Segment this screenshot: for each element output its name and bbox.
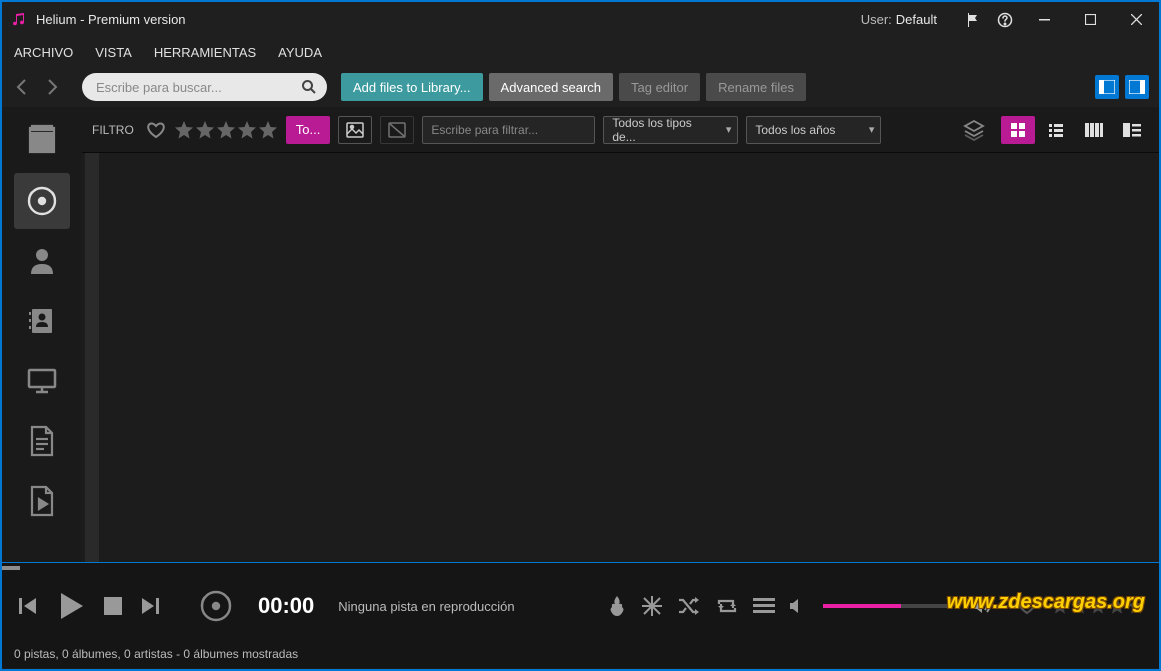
star-icon[interactable] [174,120,194,140]
sidebar-artist-icon[interactable] [14,233,70,289]
now-playing-disc-icon [196,586,236,626]
type-dropdown[interactable]: Todos los tipos de... [603,116,738,144]
status-text: 0 pistas, 0 álbumes, 0 artistas - 0 álbu… [14,647,298,661]
menu-help[interactable]: AYUDA [278,45,322,60]
player-bar: 00:00 Ninguna pista en reproducción [2,572,1159,640]
close-button[interactable] [1113,4,1159,36]
stop-button[interactable] [102,595,124,617]
track-status: Ninguna pista en reproducción [338,599,514,614]
content-area: FILTRO To... Todos los tipos de... Todos… [82,107,1159,562]
sidebar-playlist-icon[interactable] [14,473,70,529]
sidebar-contacts-icon[interactable] [14,293,70,349]
prev-button[interactable] [16,594,40,618]
app-icon [10,11,28,29]
rating-filter[interactable] [174,120,278,140]
advanced-search-button[interactable]: Advanced search [489,73,613,101]
snow-icon[interactable] [641,595,663,617]
year-dropdown[interactable]: Todos los años [746,116,881,144]
like-icon[interactable] [1017,596,1037,616]
rename-files-button[interactable]: Rename files [706,73,806,101]
time-display: 00:00 [258,593,314,619]
sidebar [2,107,82,562]
view-list-button[interactable] [1039,116,1073,144]
volume-high-icon[interactable] [973,598,993,614]
view-detail-button[interactable] [1115,116,1149,144]
view-switcher [1001,116,1149,144]
progress-fill [2,566,20,570]
volume-low-icon[interactable] [789,598,803,614]
help-icon[interactable] [989,4,1021,36]
next-button[interactable] [138,594,162,618]
sidebar-document-icon[interactable] [14,413,70,469]
burn-icon[interactable] [607,595,627,617]
star-icon[interactable] [1089,597,1107,615]
nav-forward-icon[interactable] [40,76,62,98]
star-icon[interactable] [1051,597,1069,615]
main-area: FILTRO To... Todos los tipos de... Todos… [2,107,1159,562]
scrollbar[interactable] [85,153,99,562]
app-title: Helium - Premium version [36,12,186,27]
queue-icon[interactable] [753,597,775,615]
play-button[interactable] [54,589,88,623]
star-icon[interactable] [1070,597,1088,615]
star-icon[interactable] [195,120,215,140]
volume-slider[interactable] [823,604,953,608]
view-grid-button[interactable] [1001,116,1035,144]
shuffle-icon[interactable] [677,596,701,616]
sidebar-library-icon[interactable] [14,113,70,169]
minimize-button[interactable] [1021,4,1067,36]
favorite-icon[interactable] [146,120,166,140]
menubar: ARCHIVO VISTA HERRAMIENTAS AYUDA [2,37,1159,67]
has-cover-icon[interactable] [338,116,372,144]
search-input[interactable] [96,80,301,95]
filter-bar: FILTRO To... Todos los tipos de... Todos… [82,107,1159,153]
search-icon[interactable] [301,79,317,95]
progress-bar[interactable] [2,562,1159,572]
star-icon[interactable] [237,120,257,140]
star-icon[interactable] [216,120,236,140]
titlebar: Helium - Premium version User: Default [2,2,1159,37]
user-label: User: [861,12,892,27]
user-name[interactable]: Default [896,12,937,27]
filter-tag[interactable]: To... [286,116,331,144]
menu-file[interactable]: ARCHIVO [14,45,73,60]
menu-tools[interactable]: HERRAMIENTAS [154,45,256,60]
flag-icon[interactable] [957,4,989,36]
tag-editor-button[interactable]: Tag editor [619,73,700,101]
layers-icon[interactable] [963,119,985,141]
statusbar: 0 pistas, 0 álbumes, 0 artistas - 0 álbu… [2,640,1159,668]
star-icon[interactable] [1108,597,1126,615]
toolbar: Add files to Library... Advanced search … [2,67,1159,107]
filter-label: FILTRO [92,123,134,137]
left-panel-toggle[interactable] [1095,75,1119,99]
filter-input[interactable] [422,116,595,144]
right-panel-toggle[interactable] [1125,75,1149,99]
add-files-button[interactable]: Add files to Library... [341,73,483,101]
volume-fill [823,604,901,608]
sidebar-display-icon[interactable] [14,353,70,409]
repeat-icon[interactable] [715,596,739,616]
menu-view[interactable]: VISTA [95,45,132,60]
no-cover-icon[interactable] [380,116,414,144]
sidebar-music-icon[interactable] [14,173,70,229]
content-body [82,153,1159,562]
maximize-button[interactable] [1067,4,1113,36]
star-icon[interactable] [258,120,278,140]
search-box[interactable] [82,73,327,101]
star-icon[interactable] [1127,597,1145,615]
view-columns-button[interactable] [1077,116,1111,144]
track-rating[interactable] [1051,597,1145,615]
nav-back-icon[interactable] [12,76,34,98]
